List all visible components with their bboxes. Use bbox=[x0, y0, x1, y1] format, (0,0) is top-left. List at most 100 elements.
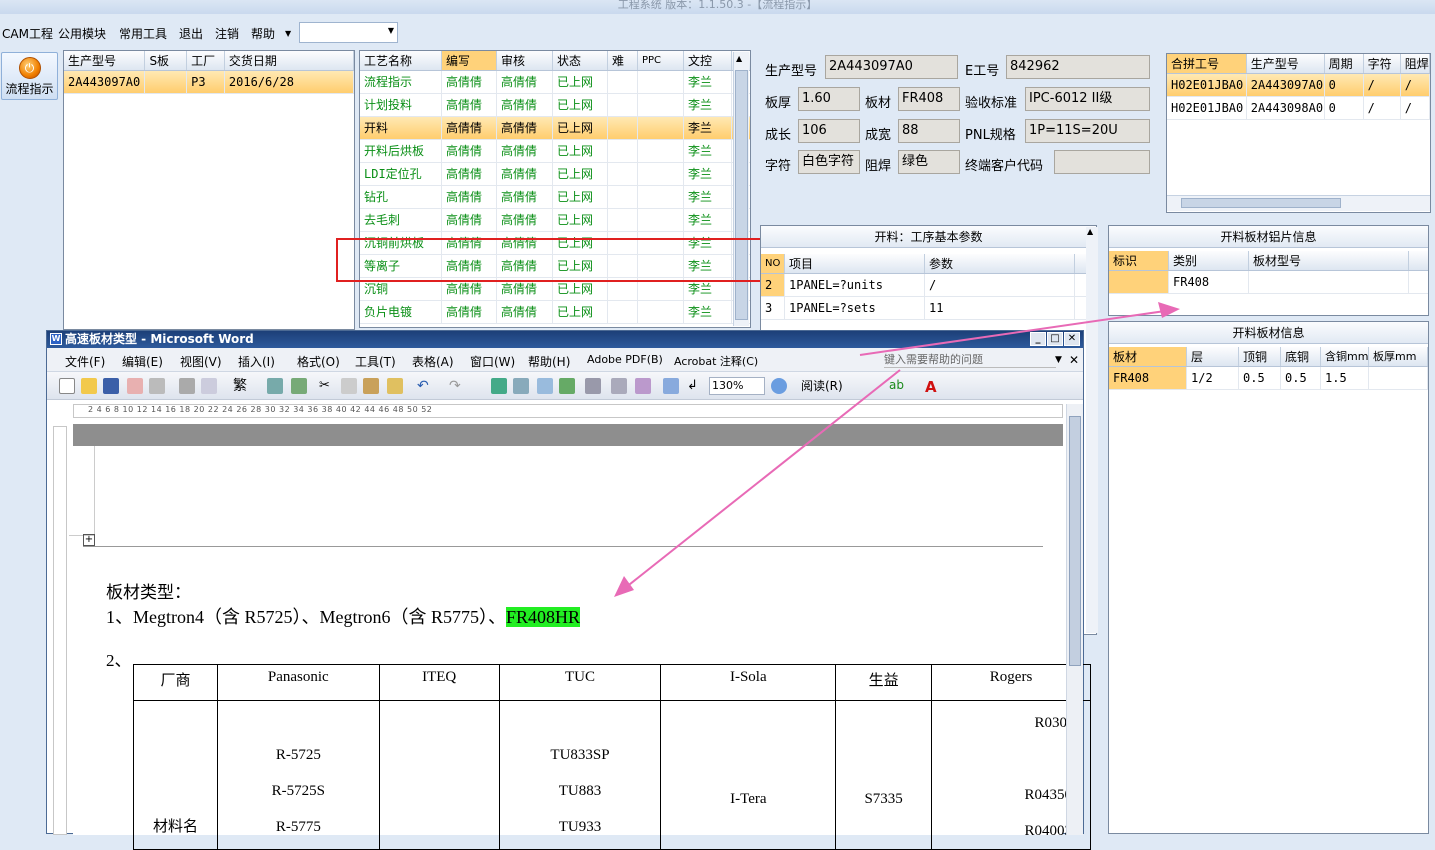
menu-logout[interactable]: 注销 bbox=[215, 25, 239, 42]
params-scrollbar[interactable]: ▲ bbox=[1086, 227, 1098, 633]
table-row[interactable]: 2A443097A0 P3 2016/6/28 bbox=[64, 71, 354, 94]
help-dropdown-icon[interactable]: ▼ bbox=[285, 29, 291, 38]
word-menu-help[interactable]: 帮助(H) bbox=[528, 353, 570, 370]
material-field[interactable]: FR408 bbox=[898, 87, 960, 111]
insert-table-icon[interactable] bbox=[537, 378, 553, 394]
table-row[interactable]: 3 1PANEL=?sets 11 bbox=[761, 297, 1096, 320]
word-menu-view[interactable]: 视图(V) bbox=[180, 353, 222, 370]
menu-tools[interactable]: 常用工具 bbox=[119, 25, 167, 42]
col-header[interactable]: 板厚mm bbox=[1369, 347, 1428, 366]
length-field[interactable]: 106 bbox=[798, 119, 860, 143]
table-row[interactable]: 去毛刺 高倩倩 高倩倩 已上网 李兰 bbox=[360, 209, 750, 232]
print-preview-icon[interactable] bbox=[179, 378, 195, 394]
hyperlink-icon[interactable] bbox=[491, 378, 507, 394]
columns-icon[interactable] bbox=[585, 378, 601, 394]
col-header[interactable]: 含铜mm bbox=[1321, 347, 1369, 366]
menu-cam[interactable]: CAM工程 bbox=[2, 25, 53, 42]
document-page[interactable]: + 板材类型： 1、Megtron4（含 R5725）、Megtron6（含 R… bbox=[69, 446, 1091, 850]
scroll-up-icon[interactable]: ▲ bbox=[1087, 227, 1093, 236]
font-color-icon[interactable]: A bbox=[925, 378, 941, 396]
show-hide-icon[interactable] bbox=[663, 378, 679, 394]
col-header[interactable]: S板 bbox=[145, 51, 188, 70]
table-row[interactable]: LDI定位孔 高倩倩 高倩倩 已上网 李兰 bbox=[360, 163, 750, 186]
word-menu-insert[interactable]: 插入(I) bbox=[238, 353, 275, 370]
table-move-handle-icon[interactable]: + bbox=[83, 534, 95, 546]
pnl-field[interactable]: 1P=11S=20U bbox=[1025, 119, 1150, 143]
col-header[interactable]: 工厂 bbox=[187, 51, 225, 70]
word-menu-file[interactable]: 文件(F) bbox=[65, 353, 105, 370]
read-mode-button[interactable]: 阅读(R) bbox=[801, 377, 843, 394]
table-row[interactable]: 开料 高倩倩 高倩倩 已上网 李兰 bbox=[360, 117, 750, 140]
vertical-ruler[interactable] bbox=[53, 426, 67, 835]
prod-model-field[interactable]: 2A443097A0 bbox=[825, 55, 958, 79]
table-row[interactable]: H02E01JBA0 2A443098A0 0 / / bbox=[1167, 97, 1430, 120]
customer-code-field[interactable] bbox=[1054, 150, 1150, 174]
table-row[interactable]: FR408 bbox=[1109, 271, 1428, 294]
scroll-thumb[interactable] bbox=[1181, 198, 1341, 208]
format-painter-icon[interactable] bbox=[387, 378, 403, 394]
help-search-input[interactable]: 键入需要帮助的问题 bbox=[884, 351, 1056, 368]
col-header[interactable]: 周期 bbox=[1325, 54, 1364, 73]
table-row[interactable]: 开料后烘板 高倩倩 高倩倩 已上网 李兰 bbox=[360, 140, 750, 163]
col-header[interactable]: 板材 bbox=[1109, 347, 1187, 366]
drawing-icon[interactable] bbox=[611, 378, 627, 394]
permission-icon[interactable] bbox=[127, 378, 143, 394]
col-header[interactable]: 板材型号 bbox=[1249, 251, 1409, 270]
char-field[interactable]: 白色字符 bbox=[798, 150, 860, 174]
copy-icon[interactable] bbox=[341, 378, 357, 394]
chevron-down-icon[interactable]: ▼ bbox=[1055, 355, 1062, 365]
col-header[interactable]: 层 bbox=[1187, 347, 1239, 366]
table-row[interactable]: 钻孔 高倩倩 高倩倩 已上网 李兰 bbox=[360, 186, 750, 209]
e-no-field[interactable]: 842962 bbox=[1006, 55, 1150, 79]
print-icon[interactable] bbox=[149, 378, 165, 394]
cut-icon[interactable]: ✂ bbox=[319, 378, 335, 394]
menu-common-module[interactable]: 公用模块 bbox=[58, 25, 106, 42]
menu-exit[interactable]: 退出 bbox=[179, 25, 203, 42]
merge-grid-hscrollbar[interactable] bbox=[1167, 195, 1430, 211]
col-header[interactable]: 字符 bbox=[1364, 54, 1401, 73]
paste-icon[interactable] bbox=[363, 378, 379, 394]
thickness-field[interactable]: 1.60 bbox=[798, 87, 860, 111]
word-menu-edit[interactable]: 编辑(E) bbox=[122, 353, 163, 370]
table-row[interactable]: 流程指示 高倩倩 高倩倩 已上网 李兰 bbox=[360, 71, 750, 94]
close-icon[interactable]: ✕ bbox=[1064, 332, 1080, 346]
traditional-chinese-icon[interactable]: 繁 bbox=[233, 378, 259, 394]
save-icon[interactable] bbox=[103, 378, 119, 394]
col-header[interactable]: PPC bbox=[638, 51, 684, 70]
menu-combo-box[interactable]: ▼ bbox=[299, 22, 398, 43]
word-menu-acrobat[interactable]: Acrobat 注释(C) bbox=[674, 353, 758, 369]
menu-help[interactable]: 帮助 bbox=[251, 25, 275, 42]
col-header[interactable]: 状态 bbox=[553, 51, 608, 70]
scroll-thumb[interactable] bbox=[735, 70, 748, 320]
maximize-icon[interactable]: □ bbox=[1047, 332, 1063, 346]
new-doc-icon[interactable] bbox=[59, 378, 75, 394]
word-menu-adobe-pdf[interactable]: Adobe PDF(B) bbox=[587, 353, 663, 366]
help-icon[interactable] bbox=[771, 378, 787, 394]
col-header[interactable]: 合拼工号 bbox=[1167, 54, 1247, 73]
width-field[interactable]: 88 bbox=[898, 119, 960, 143]
zoom-select[interactable]: 130% bbox=[709, 377, 765, 395]
table-row[interactable]: FR408 1/2 0.5 0.5 1.5 bbox=[1109, 367, 1428, 390]
col-header[interactable]: 标识 bbox=[1109, 251, 1169, 270]
col-header[interactable]: 项目 bbox=[785, 254, 925, 273]
paragraph-icon[interactable]: ↲ bbox=[687, 378, 703, 394]
standard-field[interactable]: IPC-6012 II级 bbox=[1025, 87, 1150, 111]
spelling-icon[interactable] bbox=[201, 378, 217, 394]
redo-icon[interactable]: ↷ bbox=[449, 378, 465, 394]
col-header[interactable]: 底铜 bbox=[1281, 347, 1321, 366]
translate-icon[interactable] bbox=[291, 378, 307, 394]
col-header[interactable]: 生产型号 bbox=[1247, 54, 1325, 73]
process-grid-scrollbar[interactable]: ▲ bbox=[733, 52, 749, 326]
scroll-thumb[interactable] bbox=[1069, 416, 1081, 666]
highlight-icon[interactable]: ab bbox=[889, 378, 905, 394]
word-menu-table[interactable]: 表格(A) bbox=[412, 353, 454, 370]
col-header[interactable]: NO bbox=[761, 254, 785, 273]
minimize-icon[interactable]: _ bbox=[1030, 332, 1046, 346]
col-header[interactable]: 顶铜 bbox=[1239, 347, 1281, 366]
close-icon[interactable]: ✕ bbox=[1069, 353, 1079, 367]
word-menu-tools[interactable]: 工具(T) bbox=[355, 353, 396, 370]
col-header[interactable]: 交货日期 bbox=[225, 51, 354, 70]
flow-indicator-button[interactable]: ⏻ 流程指示 bbox=[1, 52, 58, 100]
col-header[interactable]: 参数 bbox=[925, 254, 1075, 273]
col-header[interactable]: 编写 bbox=[442, 51, 497, 70]
